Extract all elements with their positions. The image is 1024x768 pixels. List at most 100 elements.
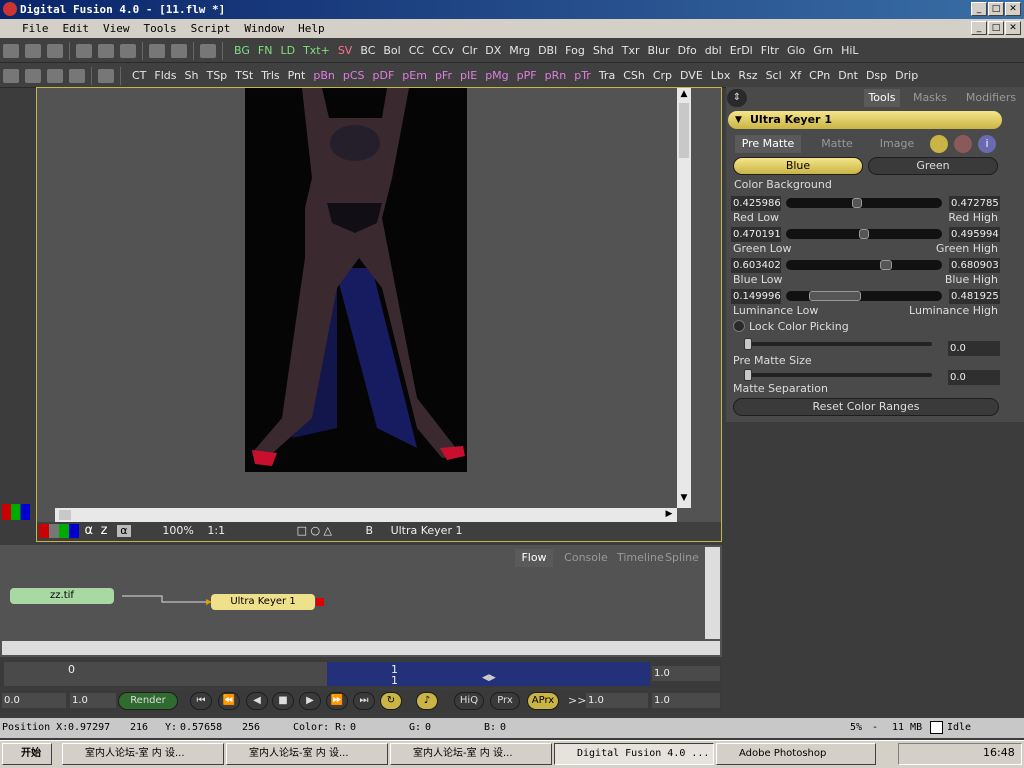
range-slider[interactable]	[786, 260, 942, 270]
task-forum-2[interactable]: 室内人论坛-室 内 设...	[226, 743, 388, 765]
menu-window[interactable]: Window	[237, 19, 291, 38]
menu-script[interactable]: Script	[184, 19, 238, 38]
copy-icon[interactable]	[98, 44, 114, 58]
open-icon[interactable]	[25, 44, 41, 58]
prematte-size-value[interactable]: 0.0	[948, 341, 1000, 356]
toolbar2-drip-button[interactable]: Drip	[891, 63, 922, 87]
toolbar2-prn-button[interactable]: pRn	[541, 63, 571, 87]
timeline-ruler[interactable]: 0 1 1 ◀▶ 1.0	[0, 660, 722, 688]
range-low-value[interactable]: 0.470191	[731, 227, 781, 242]
toolbar1-txt-button[interactable]: Txt+	[299, 38, 334, 62]
doc-close-icon[interactable]: ✕	[1005, 21, 1021, 35]
toolbar2-tsp-button[interactable]: TSp	[202, 63, 231, 87]
range-high-value[interactable]: 0.680903	[949, 258, 1000, 273]
toolbar1-shd-button[interactable]: Shd	[589, 38, 618, 62]
toolbar2-flds-button[interactable]: Flds	[150, 63, 180, 87]
toolbar1-erdl-button[interactable]: ErDl	[726, 38, 757, 62]
toolbar2-sh-button[interactable]: Sh	[181, 63, 203, 87]
global-end[interactable]: 1.0	[70, 693, 116, 708]
toolbar2-rsz-button[interactable]: Rsz	[734, 63, 761, 87]
toolbar2-trls-button[interactable]: Trls	[257, 63, 283, 87]
range-handle[interactable]	[809, 291, 861, 301]
tab-flow[interactable]: Flow	[515, 549, 553, 567]
layout-3-icon[interactable]	[47, 69, 63, 83]
toolbar1-ccv-button[interactable]: CCv	[428, 38, 458, 62]
rewind-icon[interactable]: ⏪	[218, 692, 240, 710]
toolbar2-dve-button[interactable]: DVE	[676, 63, 707, 87]
info-icon[interactable]: i	[978, 135, 996, 153]
ratio-button[interactable]: 1:1	[207, 524, 225, 537]
audio-icon[interactable]: ♪	[416, 692, 438, 710]
layout-4-icon[interactable]	[69, 69, 85, 83]
paste-icon[interactable]	[120, 44, 136, 58]
zoom-value[interactable]: 100%	[162, 524, 193, 537]
toolbar1-dx-button[interactable]: DX	[481, 38, 505, 62]
toolbar1-mrg-button[interactable]: Mrg	[505, 38, 534, 62]
node-zz-tif[interactable]: zz.tif	[10, 588, 114, 604]
flow-hscroll[interactable]	[2, 641, 720, 655]
toolbar2-dnt-button[interactable]: Dnt	[834, 63, 862, 87]
matte-separation-slider[interactable]	[744, 373, 932, 377]
step-back-icon[interactable]: ◀	[246, 692, 268, 710]
new-icon[interactable]	[3, 44, 19, 58]
toolbar1-grn-button[interactable]: Grn	[809, 38, 837, 62]
subtab-matte[interactable]: Matte	[805, 135, 869, 153]
layout-2-icon[interactable]	[25, 69, 41, 83]
image-viewer[interactable]: ▲ ▼ ▶ α z α 100% 1:1 □ ○ △ B Ultra Keyer…	[36, 87, 722, 542]
toolbar1-dbl-button[interactable]: DBl	[534, 38, 561, 62]
subtab-image[interactable]: Image	[869, 135, 925, 153]
toolbar1-clr-button[interactable]: Clr	[458, 38, 481, 62]
expand-icon[interactable]: ⇕	[727, 89, 747, 107]
range-slider[interactable]	[786, 198, 942, 208]
tool-header[interactable]: Ultra Keyer 1	[728, 111, 1002, 129]
toolbar1-glo-button[interactable]: Glo	[783, 38, 809, 62]
reset-color-ranges-button[interactable]: Reset Color Ranges	[733, 398, 999, 416]
node-ultra-keyer[interactable]: Ultra Keyer 1	[211, 594, 315, 610]
toolbar1-bc-button[interactable]: BC	[356, 38, 379, 62]
toolbar1-fog-button[interactable]: Fog	[561, 38, 589, 62]
node-output-icon[interactable]	[316, 598, 324, 606]
range-handle[interactable]	[879, 260, 893, 270]
subtab-prematte[interactable]: Pre Matte	[735, 135, 801, 153]
toolbar1-fn-button[interactable]: FN	[254, 38, 277, 62]
scroll-down-icon[interactable]: ▼	[678, 493, 690, 505]
maximize-icon[interactable]: □	[988, 2, 1004, 16]
matte-separation-thumb[interactable]	[744, 369, 752, 381]
layout-1-icon[interactable]	[3, 69, 19, 83]
scroll-right-icon[interactable]: ▶	[663, 509, 675, 521]
collapse-icon[interactable]: ▼	[735, 115, 745, 125]
channel-icon[interactable]	[39, 524, 79, 538]
toolbar2-lbx-button[interactable]: Lbx	[707, 63, 735, 87]
goto-end-icon[interactable]: ⏭	[353, 692, 375, 710]
toolbar1-sv-button[interactable]: SV	[334, 38, 357, 62]
stop-icon[interactable]: ■	[272, 692, 294, 710]
range-high-value[interactable]: 0.495994	[949, 227, 1000, 242]
toolbar1-ld-button[interactable]: LD	[276, 38, 299, 62]
prematte-size-thumb[interactable]	[744, 338, 752, 350]
tab-masks[interactable]: Masks	[902, 89, 958, 107]
save-icon[interactable]	[47, 44, 63, 58]
toolbar2-scl-button[interactable]: Scl	[762, 63, 786, 87]
toolbar2-pfr-button[interactable]: pFr	[431, 63, 456, 87]
gear-icon[interactable]	[954, 135, 972, 153]
fast-forward-icon[interactable]: ⏩	[326, 692, 348, 710]
hiq-button[interactable]: HiQ	[454, 692, 484, 710]
loop-icon[interactable]: ↻	[380, 692, 402, 710]
toolbar2-pcs-button[interactable]: pCS	[339, 63, 369, 87]
toolbar2-ppf-button[interactable]: pPF	[513, 63, 541, 87]
timeline-end[interactable]: 1.0	[652, 666, 720, 681]
global-start[interactable]: 0.0	[2, 693, 66, 708]
doc-restore-icon[interactable]: □	[988, 21, 1004, 35]
flow-vscroll[interactable]	[705, 547, 720, 639]
radiation-icon[interactable]	[930, 135, 948, 153]
toolbar1-dfo-button[interactable]: Dfo	[674, 38, 701, 62]
toolbar2-cpn-button[interactable]: CPn	[805, 63, 834, 87]
toolbar2-pmg-button[interactable]: pMg	[481, 63, 512, 87]
toolbar2-pem-button[interactable]: pEm	[398, 63, 431, 87]
toolbar1-txr-button[interactable]: Txr	[618, 38, 644, 62]
toolbar1-bol-button[interactable]: Bol	[379, 38, 404, 62]
tab-tools[interactable]: Tools	[864, 89, 900, 107]
menu-edit[interactable]: Edit	[56, 19, 97, 38]
toolbar2-csh-button[interactable]: CSh	[619, 63, 649, 87]
start-button[interactable]: 开始	[2, 743, 52, 765]
